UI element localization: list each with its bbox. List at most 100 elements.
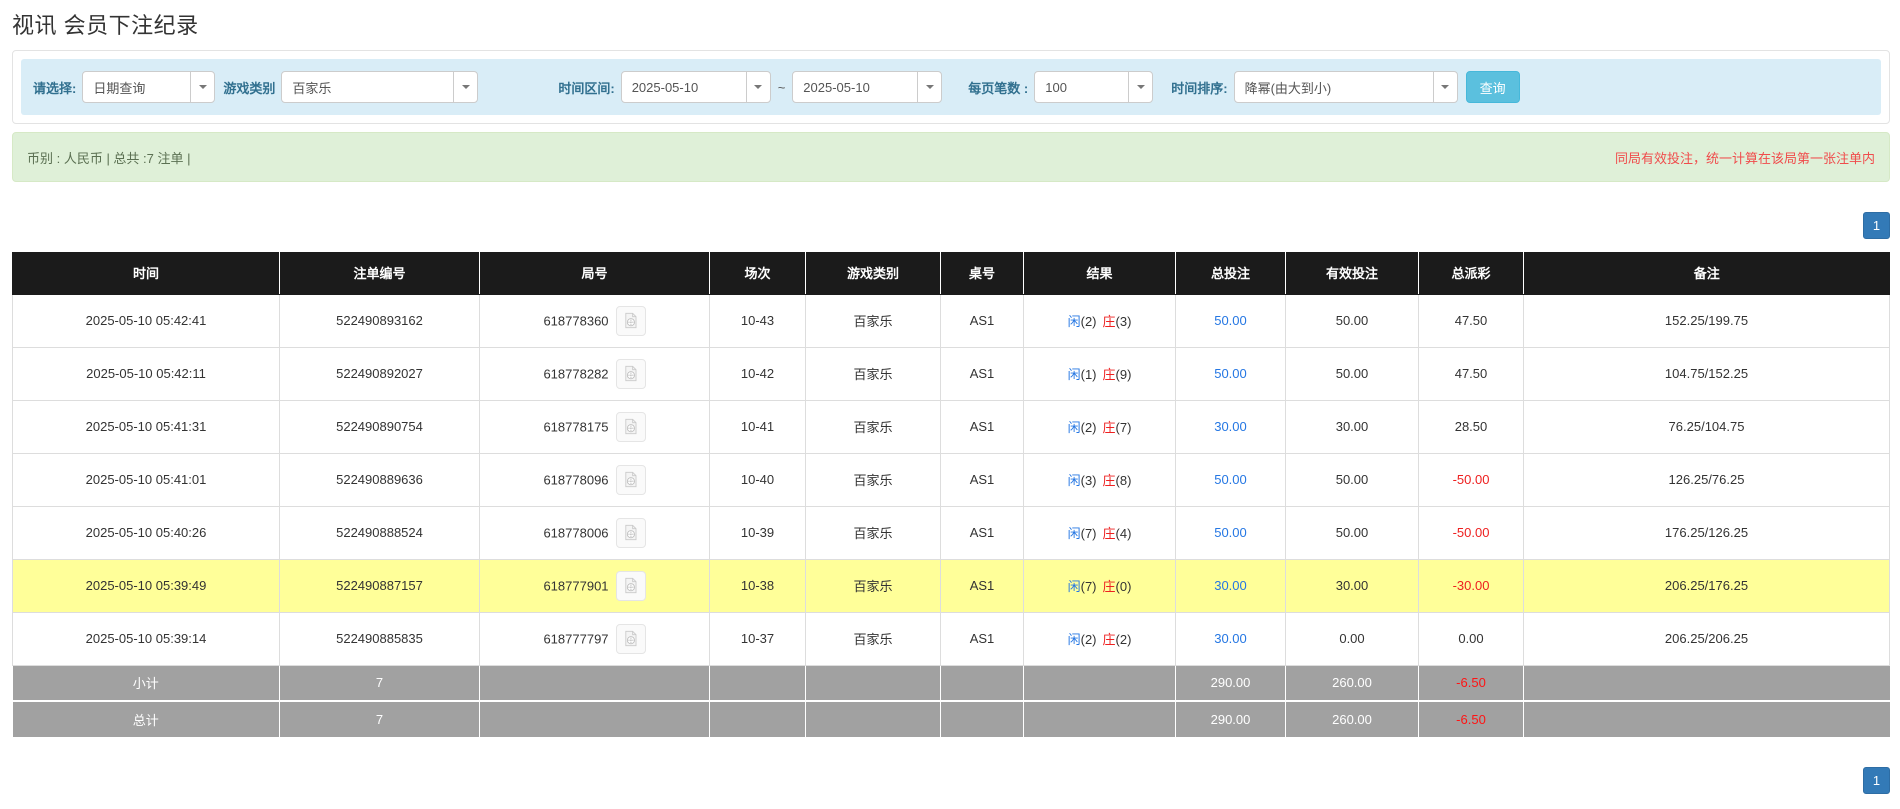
page-size-select[interactable]: 100: [1034, 71, 1154, 103]
filter-panel: 请选择: 日期查询 游戏类别 百家乐 时间区间: 2025-05-10 ~ 20…: [12, 50, 1890, 124]
bet-number-cell: 522490887157: [279, 558, 480, 613]
video-file-icon: [625, 418, 637, 435]
game-type-select[interactable]: 百家乐: [281, 71, 479, 103]
page-button-1-top[interactable]: 1: [1863, 212, 1890, 239]
subtotal-count: 7: [279, 665, 480, 701]
total-bet-cell: 50.00: [1175, 452, 1286, 507]
total-bet-link[interactable]: 30.00: [1214, 631, 1247, 646]
remark-cell: 176.25/126.25: [1523, 505, 1890, 560]
time-range-label: 时间区间:: [558, 80, 615, 96]
date-from-value: 2025-05-10: [631, 79, 699, 95]
banker-points: (2): [1115, 632, 1132, 647]
payout-cell: -30.00: [1418, 558, 1524, 613]
banker-points: (3): [1115, 314, 1132, 329]
round-number-cell: 618778360: [479, 293, 710, 348]
bets-table: 时间 注单编号 局号 场次 游戏类别 桌号 结果 总投注 有效投注 总派彩 备注…: [12, 252, 1890, 737]
video-replay-button[interactable]: [615, 305, 646, 336]
video-replay-button[interactable]: [615, 623, 646, 654]
remark-cell: 206.25/206.25: [1523, 611, 1890, 666]
summary-body: 小计 7 290.00 260.00 -6.50 总计 7 290.00 260…: [12, 665, 1890, 737]
sort-order-label: 时间排序:: [1171, 80, 1228, 96]
betting-records-page: 视讯 会员下注纪录 请选择: 日期查询 游戏类别 百家乐 时间区间: 2025-…: [12, 12, 1890, 794]
session-cell: 10-42: [709, 346, 806, 401]
table-number-cell: AS1: [940, 293, 1024, 348]
payout-cell: 28.50: [1418, 399, 1524, 454]
column-header: 时间: [12, 252, 280, 295]
round-number: 618778006: [543, 525, 609, 540]
table-number-cell: AS1: [940, 452, 1024, 507]
player-label: 闲: [1067, 420, 1081, 435]
empty-cell: [709, 665, 806, 701]
video-replay-button[interactable]: [615, 358, 646, 389]
subtotal-payout: -6.50: [1418, 665, 1524, 701]
valid-bet-cell: 30.00: [1285, 558, 1419, 613]
total-bet-link[interactable]: 30.00: [1214, 419, 1247, 434]
empty-cell: [940, 700, 1024, 737]
total-bet-link[interactable]: 50.00: [1214, 313, 1247, 328]
total-bet-link[interactable]: 50.00: [1214, 472, 1247, 487]
round-number: 618778282: [543, 366, 609, 381]
total-bet-link[interactable]: 30.00: [1214, 578, 1247, 593]
session-cell: 10-40: [709, 452, 806, 507]
date-from-select[interactable]: 2025-05-10: [620, 71, 771, 103]
player-label: 闲: [1067, 314, 1081, 329]
total-bet-link[interactable]: 50.00: [1214, 525, 1247, 540]
video-replay-button[interactable]: [615, 411, 646, 442]
date-range-separator: ~: [777, 79, 786, 95]
empty-cell: [479, 665, 710, 701]
remark-cell: 206.25/176.25: [1523, 558, 1890, 613]
column-header: 总投注: [1175, 252, 1286, 295]
page-title: 视讯 会员下注纪录: [12, 13, 199, 38]
video-replay-button[interactable]: [615, 570, 646, 601]
date-to-value: 2025-05-10: [803, 79, 870, 95]
game-type-cell: 百家乐: [805, 293, 941, 348]
column-header: 注单编号: [279, 252, 480, 295]
video-file-icon: [625, 365, 637, 382]
column-header: 结果: [1023, 252, 1176, 295]
search-button[interactable]: 查询: [1465, 71, 1520, 103]
chevron-down-icon: [190, 72, 214, 102]
time-cell: 2025-05-10 05:40:26: [12, 505, 280, 560]
video-replay-button[interactable]: [615, 464, 646, 495]
table-number-cell: AS1: [940, 505, 1024, 560]
date-to-select[interactable]: 2025-05-10: [792, 71, 943, 103]
column-header: 游戏类别: [805, 252, 941, 295]
query-mode-label: 请选择:: [33, 80, 77, 96]
game-type-cell: 百家乐: [805, 611, 941, 666]
banker-label: 庄: [1102, 526, 1116, 541]
query-mode-select[interactable]: 日期查询: [82, 71, 216, 103]
table-number-cell: AS1: [940, 611, 1024, 666]
player-label: 闲: [1067, 473, 1081, 488]
round-number-cell: 618778282: [479, 346, 710, 401]
session-cell: 10-37: [709, 611, 806, 666]
total-bet-link[interactable]: 50.00: [1214, 366, 1247, 381]
valid-bet-cell: 30.00: [1285, 399, 1419, 454]
player-points: (2): [1080, 632, 1097, 647]
filter-bar: 请选择: 日期查询 游戏类别 百家乐 时间区间: 2025-05-10 ~ 20…: [21, 59, 1881, 115]
player-label: 闲: [1067, 579, 1081, 594]
bet-number-cell: 522490893162: [279, 293, 480, 348]
result-cell: 闲(3) 庄(8): [1023, 452, 1176, 507]
round-number: 618778175: [543, 419, 609, 434]
result-cell: 闲(2) 庄(2): [1023, 611, 1176, 666]
player-points: (7): [1080, 526, 1097, 541]
sort-order-select[interactable]: 降幂(由大到小): [1233, 71, 1458, 103]
player-label: 闲: [1067, 526, 1081, 541]
video-replay-button[interactable]: [615, 517, 646, 548]
total-bet-cell: 50.00: [1175, 505, 1286, 560]
round-number-cell: 618778006: [479, 505, 710, 560]
result-cell: 闲(7) 庄(4): [1023, 505, 1176, 560]
round-number: 618777797: [543, 631, 609, 646]
result-cell: 闲(2) 庄(3): [1023, 293, 1176, 348]
banker-label: 庄: [1102, 579, 1116, 594]
page-button-1-bottom[interactable]: 1: [1863, 767, 1890, 794]
payout-cell: 0.00: [1418, 611, 1524, 666]
total-bet-cell: 30.00: [1175, 399, 1286, 454]
payout-cell: -50.00: [1418, 452, 1524, 507]
total-bet-cell: 50.00: [1175, 293, 1286, 348]
valid-bet-cell: 0.00: [1285, 611, 1419, 666]
table-row: 2025-05-10 05:42:41 522490893162 6187783…: [12, 293, 1890, 348]
game-type-cell: 百家乐: [805, 452, 941, 507]
total-bet-cell: 30.00: [1175, 611, 1286, 666]
payout-cell: 47.50: [1418, 293, 1524, 348]
